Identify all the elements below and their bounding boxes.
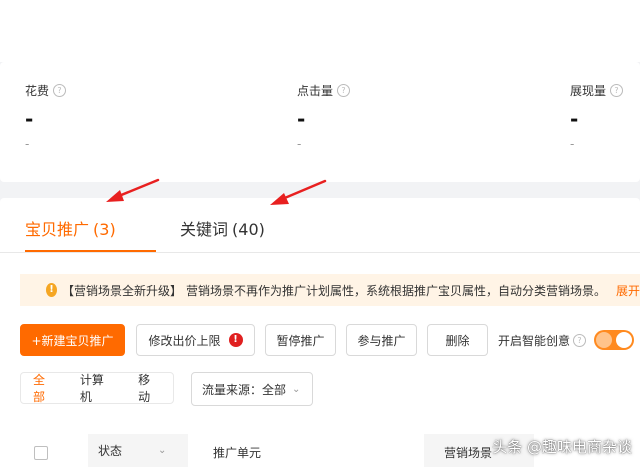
select-all-checkbox[interactable] (34, 446, 48, 460)
top-blank-area (0, 0, 640, 62)
tab-label: 关键词 (180, 220, 229, 239)
stat-compare: - (297, 137, 302, 151)
main-card: 宝贝推广 (3) 关键词 (40) ! 【营销场景全新升级】 营销场景不再作为推广计… (0, 198, 640, 467)
pause-button[interactable]: 暂停推广 (265, 324, 336, 356)
warning-icon: ! (46, 283, 57, 297)
help-icon[interactable]: ? (53, 84, 67, 97)
alert-icon: ! (228, 333, 243, 347)
unit-column-header: 推广单元 (213, 446, 262, 460)
stat-impressions: 展现量 ? - - (570, 82, 624, 151)
select-value: 流量来源：全部 (202, 382, 287, 397)
tab-item-promotion[interactable]: 宝贝推广 (3) (25, 216, 156, 252)
notice-title: 【营销场景全新升级】 (61, 283, 182, 298)
tab-label: 宝贝推广 (25, 220, 90, 239)
stat-clicks: 点击量 ? - - (297, 82, 351, 151)
device-mobile[interactable]: 移动 (126, 371, 173, 405)
modify-bid-limit-button[interactable]: 修改出价上限 ! (136, 324, 255, 356)
help-icon[interactable]: ? (573, 334, 587, 347)
smart-creative-label: 开启智能创意 ? (498, 332, 587, 349)
tab-count: (3) (93, 220, 116, 239)
traffic-source-select[interactable]: 流量来源：全部 ⌄ (191, 372, 313, 406)
column-label: 状态 (98, 444, 123, 458)
stat-value: - (25, 107, 34, 131)
tab-bar: 宝贝推广 (3) 关键词 (40) (0, 198, 640, 253)
notice-expand-link[interactable]: 展开 (616, 282, 640, 299)
notice-text: 营销场景不再作为推广计划属性，系统根据推广宝贝属性，自动分类营销场景。 (185, 283, 606, 298)
join-promotion-button[interactable]: 参与推广 (346, 324, 417, 356)
stat-label: 展现量 (570, 84, 607, 98)
stats-card: 花费 ? - - 点击量 ? - - 展现量 ? - - (0, 62, 640, 182)
smart-creative-toggle[interactable] (594, 330, 634, 350)
new-item-promotion-button[interactable]: +新建宝贝推广 (20, 324, 125, 356)
tab-keywords[interactable]: 关键词 (40) (180, 216, 265, 252)
chevron-down-icon: ⌄ (158, 445, 167, 456)
stat-label: 花费 (25, 84, 50, 98)
status-column-header[interactable]: 状态 ⌄ (88, 434, 188, 467)
device-all[interactable]: 全部 (21, 371, 68, 405)
tab-count: (40) (232, 220, 265, 239)
device-segment: 全部 计算机 移动 (20, 372, 174, 404)
toggle-knob (616, 332, 632, 348)
delete-button[interactable]: 删除 (427, 324, 488, 356)
stat-value: - (570, 107, 579, 131)
stat-compare: - (25, 137, 30, 151)
stat-label: 点击量 (297, 84, 334, 98)
button-label: 修改出价上限 (148, 333, 221, 348)
notice-banner: ! 【营销场景全新升级】 营销场景不再作为推广计划属性，系统根据推广宝贝属性，自… (20, 274, 640, 306)
watermark: 头条 @趣味电商杂谈 (492, 438, 632, 456)
stat-cost: 花费 ? - - (25, 82, 67, 151)
toggle-track-dot (596, 332, 612, 348)
device-computer[interactable]: 计算机 (68, 371, 126, 405)
help-icon[interactable]: ? (610, 84, 624, 97)
help-icon[interactable]: ? (337, 84, 351, 97)
chevron-down-icon: ⌄ (292, 383, 301, 395)
toggle-label-text: 开启智能创意 (498, 334, 571, 348)
stat-compare: - (570, 137, 575, 151)
stat-value: - (297, 107, 306, 131)
